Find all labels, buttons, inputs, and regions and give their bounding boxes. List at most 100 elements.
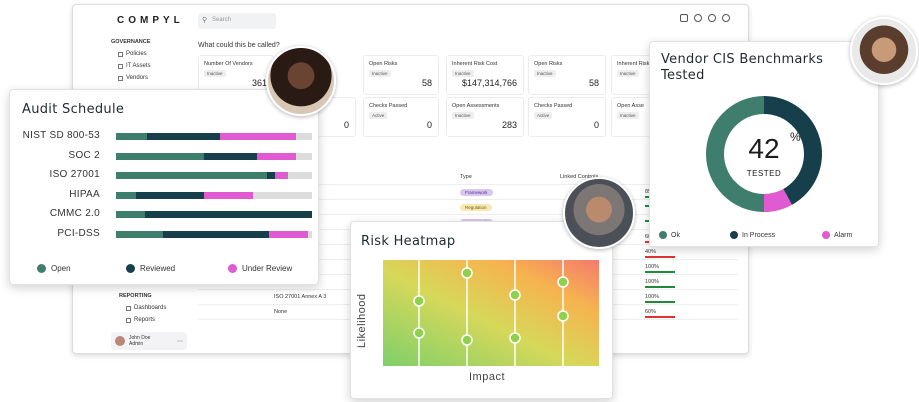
kpi-card[interactable]: Open Risks Inactive 58: [528, 55, 606, 95]
audit-schedule-card: Audit Schedule NIST SD 800-53 SOC 2 ISO 27…: [9, 89, 319, 285]
top-icons: [680, 14, 730, 22]
assets-icon: [118, 63, 123, 69]
policies-icon: [118, 51, 123, 57]
bar-open: [116, 191, 136, 199]
bar-reviewed: [266, 172, 275, 179]
sidebar-item-policies[interactable]: Policies: [118, 51, 189, 57]
audit-bar: [116, 133, 312, 140]
bar-under-review: [257, 152, 297, 160]
donut-sublabel: TESTED: [747, 169, 782, 178]
kpi-value: 0: [593, 120, 599, 130]
bar-under-review: [274, 172, 289, 179]
marketing-composite: COMPYL ⚲ Search GOVERNANCE Policies IT A…: [0, 0, 919, 402]
kpi-value: 58: [588, 78, 599, 88]
audit-title: Audit Schedule: [22, 102, 125, 117]
sidebar-item-vendors[interactable]: Vendors: [118, 75, 189, 81]
bar-reviewed: [163, 230, 269, 238]
monitor-icon[interactable]: [680, 14, 688, 22]
kpi-card[interactable]: Open Assessments Inactive 283: [446, 97, 524, 137]
heatmap-point[interactable]: [509, 332, 521, 344]
bar-reviewed: [145, 211, 312, 218]
dashboards-icon: [126, 305, 131, 311]
bar-reviewed: [147, 133, 220, 140]
bar-open: [116, 133, 148, 140]
kpi-tag: Inactive: [204, 70, 226, 77]
kpi-title: Inherent Risk: [617, 61, 650, 67]
kpi-value: 58: [421, 78, 432, 88]
vendor-cis-card: Vendor CIS Benchmarks Tested 42 % TESTED…: [649, 41, 879, 247]
audit-row-label: PCI-DSS: [57, 227, 100, 239]
audit-row: CMMC 2.0: [10, 208, 320, 220]
kpi-title: Checks Passed: [534, 103, 573, 109]
legend-under-review-dot: [228, 264, 237, 273]
heatmap-point[interactable]: [557, 276, 569, 288]
legend-open-dot: [37, 264, 46, 273]
vendor-legend-process: In Process: [730, 231, 775, 239]
bar-under-review: [268, 230, 309, 238]
bar-remaining: [288, 172, 312, 179]
sidebar-item-it-assets[interactable]: IT Assets: [118, 63, 189, 69]
bar-remaining: [296, 152, 312, 160]
kpi-title: Open Asse: [617, 103, 644, 109]
sidebar-section-reporting: REPORTING: [119, 293, 152, 299]
legend-reviewed-dot: [126, 264, 135, 273]
audit-row: PCI-DSS: [10, 228, 320, 240]
audit-row: HIPAA: [10, 189, 320, 201]
heatmap-point[interactable]: [509, 289, 521, 301]
sidebar-item-reports[interactable]: Reports: [126, 317, 166, 323]
heatmap-point[interactable]: [413, 295, 425, 307]
avatar: [115, 336, 125, 346]
heatmap-xlabel: Impact: [469, 371, 506, 383]
legend-open: Open: [37, 264, 71, 273]
search-icon: ⚲: [202, 17, 208, 24]
donut-unit: %: [790, 130, 801, 144]
audit-row-label: CMMC 2.0: [49, 208, 100, 219]
sidebar-reporting: REPORTING Dashboards Reports: [119, 289, 166, 323]
heatmap-point[interactable]: [461, 334, 473, 346]
kpi-card[interactable]: Inherent Risk Cost Inactive $147,314,766: [446, 55, 524, 95]
bar-open: [116, 211, 146, 218]
row-percent: 40%: [645, 249, 675, 258]
bar-open: [116, 152, 205, 160]
more-icon[interactable]: ⋯: [177, 338, 183, 345]
bar-reviewed: [204, 152, 258, 160]
search-input[interactable]: ⚲ Search: [198, 13, 276, 29]
kpi-card[interactable]: Checks Passed Active 0: [528, 97, 606, 137]
vendor-legend-alarm-dot: [822, 231, 830, 239]
gear-icon[interactable]: [722, 14, 730, 22]
bar-open: [116, 230, 164, 238]
help-icon[interactable]: [694, 14, 702, 22]
audit-bar: [116, 152, 312, 160]
reports-icon: [126, 317, 131, 323]
sidebar-item-dashboards[interactable]: Dashboards: [126, 305, 166, 311]
bell-icon[interactable]: [708, 14, 716, 22]
kpi-value: $147,314,766: [461, 78, 517, 88]
vendor-title: Vendor CIS Benchmarks Tested: [661, 52, 824, 83]
vendor-legend-ok: Ok: [659, 231, 680, 239]
bar-reviewed: [135, 191, 205, 199]
audit-row: SOC 2: [10, 150, 320, 162]
audit-bar: [116, 211, 312, 218]
brand-logo: COMPYL: [117, 15, 184, 26]
kpi-card[interactable]: Checks Passed Active 0: [363, 97, 439, 137]
bar-open: [116, 172, 267, 179]
kpi-value: 283: [501, 120, 517, 130]
bar-remaining: [296, 133, 312, 140]
vendor-legend-process-dot: [730, 231, 738, 239]
heatmap-point[interactable]: [461, 267, 473, 279]
kpi-card[interactable]: Open Risks Inactive 58: [363, 55, 439, 95]
kpi-tag: Active: [534, 112, 553, 119]
search-placeholder: Search: [212, 17, 232, 23]
kpi-tag: Inactive: [534, 70, 556, 77]
heatmap-point[interactable]: [413, 327, 425, 339]
audit-bar: [116, 172, 312, 179]
kpi-value: 0: [343, 120, 349, 130]
audit-row-label: HIPAA: [69, 188, 100, 200]
kpi-title: Open Risks: [534, 61, 563, 67]
user-menu[interactable]: John Doe Admin ⋯: [111, 332, 187, 350]
heatmap-point[interactable]: [557, 310, 569, 322]
audit-row: NIST SD 800-53: [10, 130, 320, 142]
row-type-pill: Framework: [460, 189, 493, 196]
audit-row-label: NIST SD 800-53: [22, 130, 100, 141]
bar-remaining: [253, 191, 312, 199]
